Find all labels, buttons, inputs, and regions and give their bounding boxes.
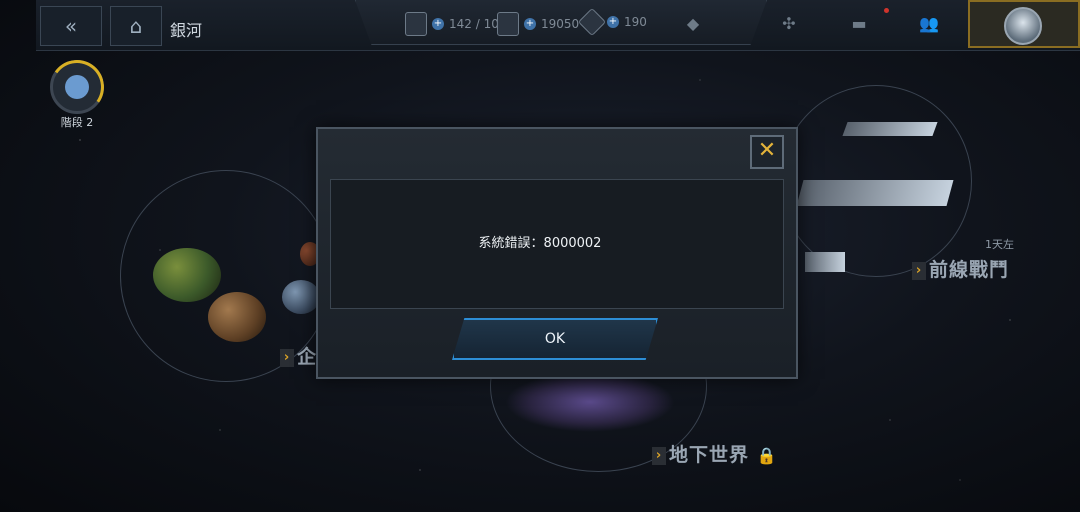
add-crystals-icon[interactable]: + [607,16,619,28]
planet-green[interactable] [153,248,221,302]
fleet-ship [805,252,845,272]
chat-icon[interactable]: ▬ [848,14,870,36]
friends-icon[interactable]: 👥 [918,14,940,36]
notification-dot [884,8,889,13]
planet-blue[interactable] [282,280,320,314]
crystals-resource[interactable]: + 190 [577,7,647,37]
chevron-right-icon: › [912,261,926,280]
underworld-station [505,372,675,432]
add-credits-icon[interactable]: + [524,18,536,30]
close-icon: ✕ [757,138,777,163]
double-chevron-left-icon: « [64,14,78,38]
chevron-right-icon: › [280,348,294,367]
home-icon: ⌂ [129,14,143,38]
close-button[interactable]: ✕ [750,135,784,169]
avatar [1004,7,1042,45]
alliance-icon[interactable]: ✣ [778,14,800,36]
energy-resource[interactable]: + 142 / 100 [405,12,506,36]
home-button[interactable]: ⌂ [110,6,162,46]
energy-icon [405,12,427,36]
stage-label: 階段 2 [60,116,94,129]
planet-brown[interactable] [208,292,266,342]
stage-icon [65,75,89,99]
node-underworld[interactable]: › 地下世界 🔒 [652,440,778,467]
chevron-right-icon: › [652,446,666,465]
credits-icon [497,12,519,36]
crystal-icon [577,7,607,37]
fleet-ship [796,180,954,206]
profile-button[interactable] [968,0,1080,48]
rank-emblem-icon[interactable]: ◆ [682,14,704,36]
page-title: 銀河 [170,21,203,40]
error-message: 系統錯誤：8000002 [478,236,602,251]
back-button[interactable]: « [40,6,102,46]
stage-indicator[interactable] [45,55,109,119]
add-energy-icon[interactable]: + [432,18,444,30]
ok-button[interactable]: OK [452,318,658,360]
node-frontline-battles[interactable]: › 前線戰鬥 [912,255,1009,282]
lock-icon: 🔒 [756,446,778,465]
credits-resource[interactable]: + 19050 [497,12,579,36]
fleet-ship [842,122,938,136]
